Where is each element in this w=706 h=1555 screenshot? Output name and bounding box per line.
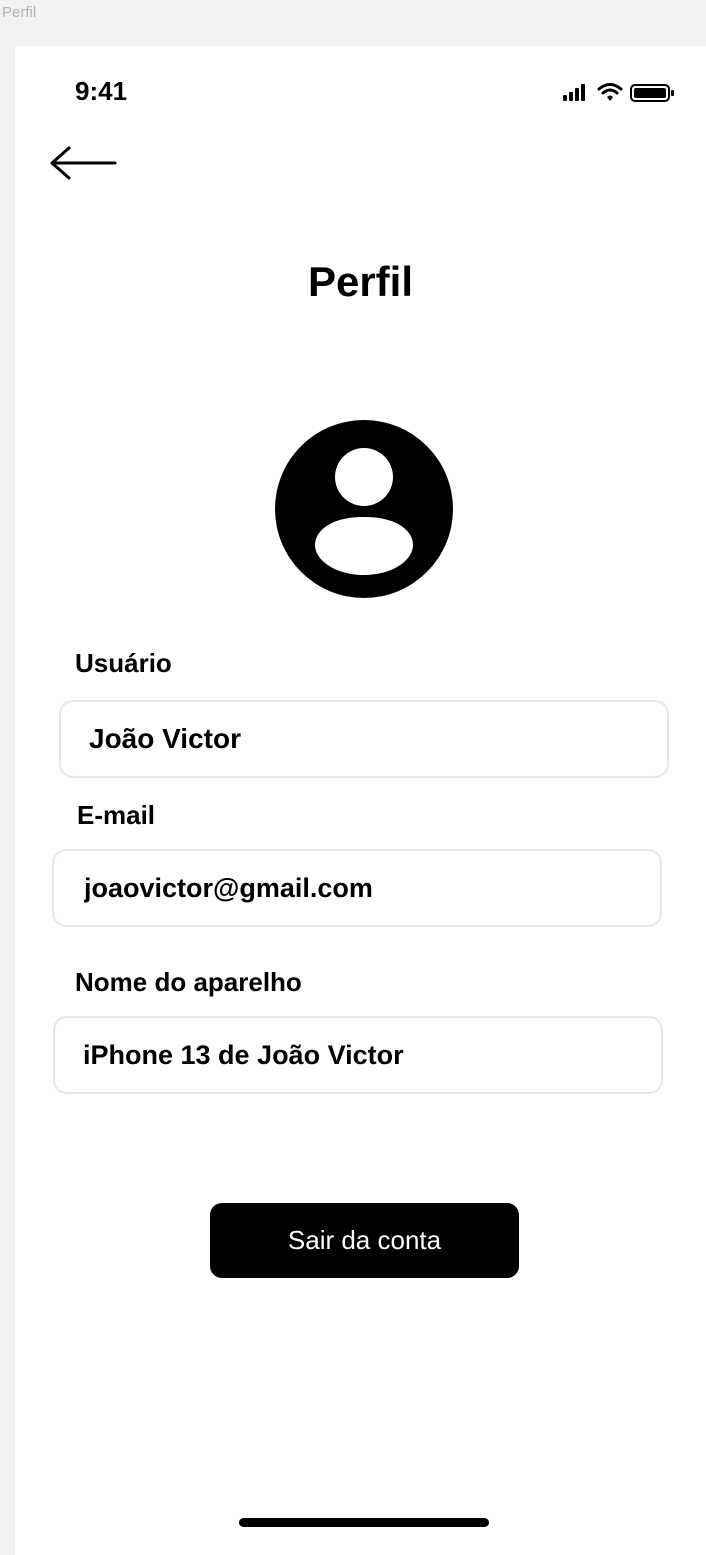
user-avatar-icon <box>275 420 453 598</box>
signal-icon <box>563 84 585 101</box>
status-time: 9:41 <box>75 76 128 106</box>
device-name-input[interactable] <box>53 1016 663 1094</box>
wifi-icon <box>597 83 623 101</box>
status-icons <box>559 80 689 104</box>
logout-button[interactable]: Sair da conta <box>210 1203 519 1278</box>
home-indicator <box>239 1518 489 1527</box>
username-label: Usuário <box>75 648 172 678</box>
battery-icon <box>630 84 674 102</box>
back-button[interactable] <box>47 144 119 182</box>
username-input[interactable] <box>59 700 669 778</box>
frame-label: Perfil <box>2 4 37 21</box>
page-title: Perfil <box>307 258 414 305</box>
phone-screen: 9:41 Perfil Usuário João Victor E-mail j… <box>15 46 706 1555</box>
email-label: E-mail <box>77 800 156 830</box>
avatar <box>275 420 453 598</box>
device-name-label: Nome do aparelho <box>75 967 302 997</box>
email-input[interactable] <box>52 849 662 927</box>
arrow-left-icon <box>50 146 117 180</box>
